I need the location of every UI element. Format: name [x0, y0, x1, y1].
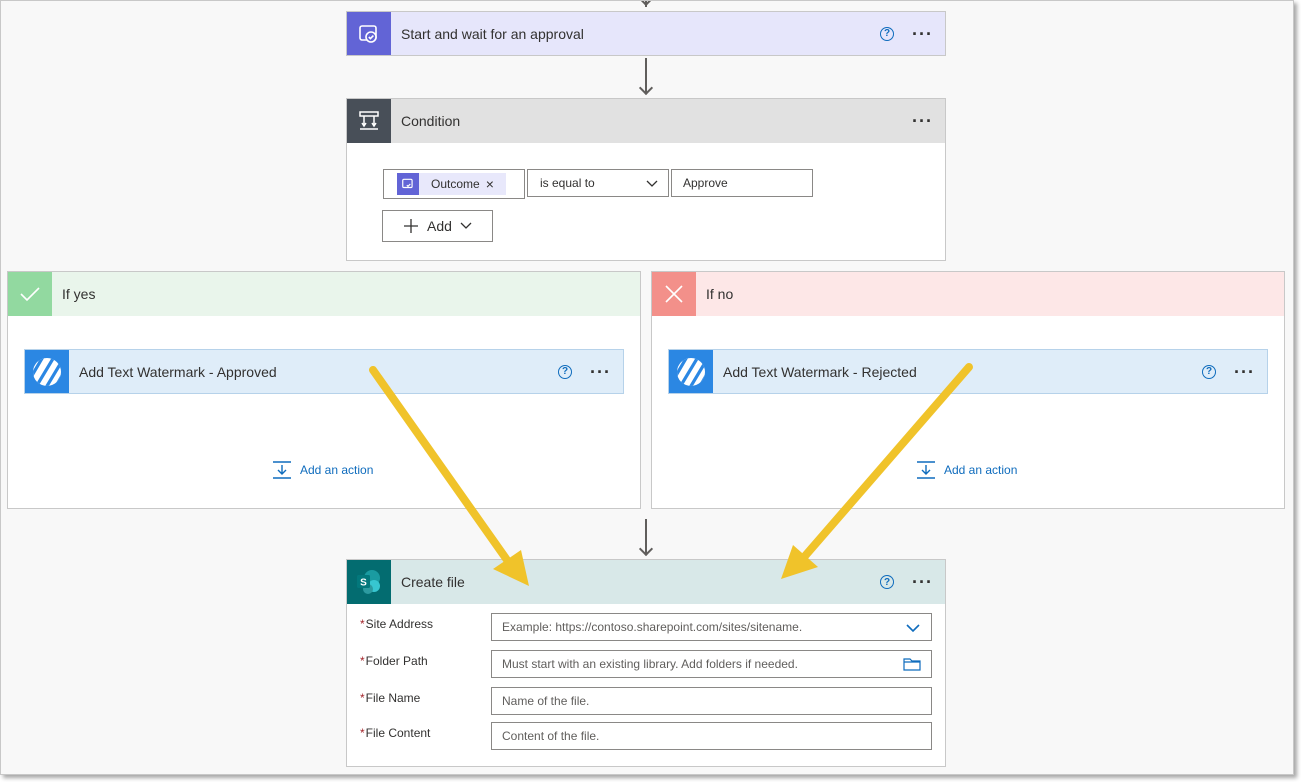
condition-card[interactable]: Condition ···: [346, 98, 946, 144]
chevron-down-icon[interactable]: [905, 620, 921, 636]
site-address-input[interactable]: Example: https://contoso.sharepoint.com/…: [491, 613, 932, 641]
condition-operator-value: is equal to: [540, 176, 595, 190]
add-action-yes-label: Add an action: [300, 463, 374, 477]
branch-if-yes-title: If yes: [62, 286, 96, 302]
condition-operator-select[interactable]: is equal to: [527, 169, 669, 197]
condition-more-icon[interactable]: ···: [912, 112, 933, 130]
add-action-no-button[interactable]: Add an action: [916, 460, 1017, 480]
watermark-approved-card[interactable]: Add Text Watermark - Approved ? ···: [24, 349, 624, 394]
watermark-rejected-card[interactable]: Add Text Watermark - Rejected ? ···: [668, 349, 1268, 394]
outcome-token-label: Outcome: [431, 177, 480, 191]
file-content-row: *File Content Content of the file.: [347, 722, 947, 750]
watermark-rejected-more-icon[interactable]: ···: [1234, 363, 1255, 381]
condition-left-operand[interactable]: Outcome ×: [383, 169, 525, 199]
file-content-input[interactable]: Content of the file.: [491, 722, 932, 750]
create-file-body: *Site Address Example: https://contoso.s…: [346, 604, 946, 767]
file-name-input[interactable]: Name of the file.: [491, 687, 932, 715]
folder-path-row: *Folder Path Must start with an existing…: [347, 650, 947, 678]
connector-approval-condition-arrow: [638, 80, 654, 96]
connector-branches-createfile-arrow: [638, 541, 654, 557]
add-action-icon: [273, 461, 291, 479]
watermark-approved-more-icon[interactable]: ···: [590, 363, 611, 381]
watermark-icon: [25, 350, 69, 393]
outcome-token[interactable]: Outcome ×: [397, 173, 506, 195]
condition-title: Condition: [401, 113, 461, 129]
folder-icon[interactable]: [903, 657, 921, 671]
site-address-label: *Site Address: [360, 617, 434, 631]
approval-token-icon: [397, 173, 419, 195]
chevron-down-icon: [460, 222, 472, 229]
svg-text:S: S: [360, 578, 367, 589]
sharepoint-icon: S: [347, 560, 391, 604]
create-file-title: Create file: [401, 574, 465, 590]
approval-icon: [347, 12, 391, 55]
outcome-token-remove-icon[interactable]: ×: [486, 176, 494, 192]
condition-icon: [347, 99, 391, 143]
watermark-approved-title: Add Text Watermark - Approved: [79, 363, 277, 380]
approval-help-icon[interactable]: ?: [880, 26, 895, 41]
add-action-yes-button[interactable]: Add an action: [272, 460, 373, 480]
connector-top-arrow: [638, 1, 654, 7]
condition-right-operand[interactable]: Approve: [671, 169, 813, 197]
chevron-down-icon: [646, 180, 658, 187]
watermark-rejected-help-icon[interactable]: ?: [1202, 364, 1217, 379]
watermark-icon: [669, 350, 713, 393]
add-action-icon: [917, 461, 935, 479]
branch-if-no: If no Add Text Watermark - Rejected ? ··…: [651, 271, 1285, 509]
condition-body: Outcome × is equal to Approve Add: [346, 143, 946, 261]
branch-if-no-header[interactable]: If no: [652, 272, 1284, 316]
create-file-help-icon[interactable]: ?: [880, 575, 895, 589]
folder-path-input[interactable]: Must start with an existing library. Add…: [491, 650, 932, 678]
create-file-more-icon[interactable]: ···: [912, 573, 933, 591]
branch-if-yes: If yes Add Text Watermark - Approved ? ·…: [7, 271, 641, 509]
flow-designer-canvas: Start and wait for an approval ? ··· Con…: [0, 0, 1294, 775]
add-action-no-label: Add an action: [944, 463, 1018, 477]
add-condition-label: Add: [427, 218, 452, 234]
create-file-card[interactable]: S Create file ? ···: [346, 559, 946, 605]
branch-if-yes-header[interactable]: If yes: [8, 272, 640, 316]
condition-value: Approve: [683, 176, 728, 190]
add-condition-button[interactable]: Add: [382, 210, 493, 242]
watermark-rejected-title: Add Text Watermark - Rejected: [723, 363, 917, 380]
close-icon: [652, 272, 696, 316]
file-name-label: *File Name: [360, 691, 421, 705]
checkmark-icon: [8, 272, 52, 316]
approval-title: Start and wait for an approval: [401, 25, 584, 42]
approval-more-icon[interactable]: ···: [912, 25, 933, 43]
approval-card[interactable]: Start and wait for an approval ? ···: [346, 11, 946, 56]
watermark-approved-help-icon[interactable]: ?: [558, 364, 573, 379]
file-content-label: *File Content: [360, 726, 431, 740]
plus-icon: [404, 219, 419, 233]
folder-path-label: *Folder Path: [360, 654, 428, 668]
site-address-row: *Site Address Example: https://contoso.s…: [347, 613, 947, 641]
file-name-row: *File Name Name of the file.: [347, 687, 947, 715]
branch-if-no-title: If no: [706, 286, 734, 302]
